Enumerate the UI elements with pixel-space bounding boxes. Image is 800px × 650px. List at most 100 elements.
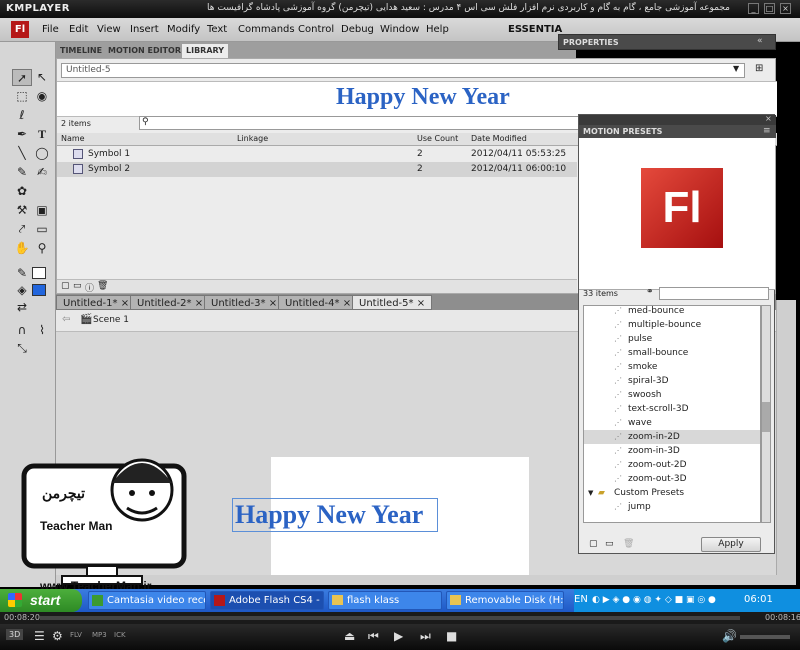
close-icon[interactable]: ×: [765, 114, 772, 123]
menu-file[interactable]: File: [42, 24, 59, 35]
new-symbol-icon[interactable]: ▢: [61, 281, 70, 291]
tab-timeline[interactable]: TIMELINE: [56, 44, 106, 58]
start-button[interactable]: start: [0, 589, 82, 612]
smooth-icon[interactable]: ⌇: [32, 322, 52, 339]
list-item[interactable]: ⋰ wave: [584, 416, 760, 430]
list-item-selected[interactable]: ⋰ zoom-in-2D: [584, 430, 760, 444]
new-preset-icon[interactable]: ▢: [589, 539, 598, 549]
motion-presets-scrollbar[interactable]: [761, 305, 771, 523]
collapse-icon[interactable]: «: [757, 36, 763, 46]
fill-color-icon[interactable]: ◈: [12, 282, 32, 299]
free-transform-tool-icon[interactable]: ⬚: [12, 88, 32, 105]
tab-untitled-3[interactable]: Untitled-3* ×: [204, 295, 285, 310]
tab-untitled-1[interactable]: Untitled-1* ×: [56, 295, 137, 310]
menu-commands[interactable]: Commands: [238, 24, 295, 35]
delete-icon[interactable]: 🗑: [623, 539, 634, 549]
fill-color-swatch[interactable]: [32, 284, 46, 296]
stage-text-object[interactable]: Happy New Year: [232, 498, 438, 532]
list-item[interactable]: ⋰ zoom-out-3D: [584, 472, 760, 486]
tab-library[interactable]: LIBRARY: [182, 44, 229, 58]
list-item[interactable]: ⋰ zoom-out-2D: [584, 458, 760, 472]
column-linkage[interactable]: Linkage: [237, 134, 268, 143]
scroll-thumb[interactable]: [762, 402, 770, 432]
scene-label[interactable]: Scene 1: [93, 315, 129, 325]
menu-text[interactable]: Text: [207, 24, 227, 35]
pen-tool-icon[interactable]: ✒: [12, 126, 32, 143]
list-item[interactable]: ⋰ multiple-bounce: [584, 318, 760, 332]
menu-view[interactable]: View: [97, 24, 121, 35]
minimize-icon[interactable]: _: [748, 3, 759, 14]
tab-untitled-4[interactable]: Untitled-4* ×: [278, 295, 359, 310]
text-tool-icon[interactable]: T: [32, 126, 52, 143]
delete-icon[interactable]: 🗑: [97, 281, 108, 291]
motion-presets-title[interactable]: MOTION PRESETS: [583, 127, 662, 136]
playlist-icon[interactable]: ☰: [34, 629, 45, 643]
3d-badge[interactable]: 3D: [6, 629, 24, 640]
3d-rotation-tool-icon[interactable]: ◉: [32, 88, 52, 105]
new-folder-icon[interactable]: ▭: [73, 281, 82, 291]
maximize-icon[interactable]: □: [764, 3, 775, 14]
list-item[interactable]: ⋰ pulse: [584, 332, 760, 346]
lasso-tool-icon[interactable]: ℓ: [12, 107, 32, 124]
panel-menu-icon[interactable]: ≡: [763, 126, 771, 136]
hand-tool-icon[interactable]: ✋: [12, 240, 32, 257]
expand-arrow-icon[interactable]: ▼: [588, 486, 593, 500]
back-arrow-icon[interactable]: ⇦: [62, 314, 70, 325]
taskbar-item-camtasia[interactable]: Camtasia video reco...: [88, 591, 206, 610]
seek-track[interactable]: [40, 616, 740, 620]
tab-untitled-2[interactable]: Untitled-2* ×: [130, 295, 211, 310]
volume-slider[interactable]: [740, 635, 790, 639]
list-item[interactable]: ⋰ small-bounce: [584, 346, 760, 360]
straighten-icon[interactable]: ⤡: [12, 340, 32, 357]
list-item[interactable]: ⋰ smoke: [584, 360, 760, 374]
tray-icons[interactable]: ◐ ▶ ◈ ● ◉ ◍ ✦ ◇ ■ ▣ ◎ ●: [592, 589, 716, 611]
taskbar-item-flash[interactable]: Adobe Flash CS4 - U...: [210, 591, 324, 610]
apply-button[interactable]: Apply: [701, 537, 761, 552]
subselection-tool-icon[interactable]: ↖: [32, 69, 52, 86]
list-item[interactable]: ⋰ jump: [584, 500, 760, 514]
new-folder-icon[interactable]: ▭: [605, 539, 614, 549]
zoom-tool-icon[interactable]: ⚲: [32, 240, 52, 257]
selection-tool-icon[interactable]: ➚: [12, 69, 32, 86]
column-date-modified[interactable]: Date Modified: [471, 134, 527, 143]
column-name[interactable]: Name: [61, 134, 85, 143]
vertical-scrollbar[interactable]: [776, 300, 796, 575]
play-icon[interactable]: ▶: [394, 629, 403, 643]
language-indicator[interactable]: EN: [574, 589, 588, 611]
chevron-down-icon[interactable]: ▼: [733, 64, 739, 73]
column-use-count[interactable]: Use Count: [417, 134, 458, 143]
menu-insert[interactable]: Insert: [130, 24, 159, 35]
swap-colors-icon[interactable]: ⇄: [12, 299, 32, 316]
menu-debug[interactable]: Debug: [341, 24, 374, 35]
workspace-switcher[interactable]: ESSENTIA: [508, 24, 562, 35]
table-row[interactable]: Symbol 1 2 2012/04/11 05:53:25: [57, 147, 577, 162]
menu-control[interactable]: Control: [298, 24, 334, 35]
oval-tool-icon[interactable]: ◯: [32, 145, 52, 162]
eraser-tool-icon[interactable]: ▭: [32, 221, 52, 238]
menu-help[interactable]: Help: [426, 24, 449, 35]
table-row[interactable]: Symbol 2 2 2012/04/11 06:00:10: [57, 162, 577, 177]
clock[interactable]: 06:01: [744, 589, 773, 611]
brush-tool-icon[interactable]: ✍: [32, 164, 52, 181]
stroke-color-swatch[interactable]: [32, 267, 46, 279]
menu-window[interactable]: Window: [380, 24, 419, 35]
pin-icon[interactable]: ⊞: [755, 63, 763, 74]
list-item[interactable]: ⋰ spiral-3D: [584, 374, 760, 388]
motion-presets-search-input[interactable]: [659, 287, 769, 300]
eject-icon[interactable]: ⏏: [344, 629, 355, 643]
properties-icon[interactable]: ⓘ: [85, 281, 94, 294]
menu-edit[interactable]: Edit: [69, 24, 88, 35]
next-icon[interactable]: ⏭: [420, 629, 431, 644]
tab-untitled-5[interactable]: Untitled-5* ×: [352, 295, 433, 310]
list-item[interactable]: ⋰ med-bounce: [584, 306, 760, 318]
panel-grip[interactable]: ×: [579, 114, 776, 125]
close-icon[interactable]: ×: [780, 3, 791, 14]
list-item[interactable]: ⋰ zoom-in-3D: [584, 444, 760, 458]
deco-tool-icon[interactable]: ✿: [12, 183, 32, 200]
taskbar-item-folder[interactable]: flash klass: [328, 591, 442, 610]
library-search-input[interactable]: ⚲: [139, 116, 579, 130]
tab-motion-editor[interactable]: MOTION EDITOR: [104, 44, 185, 58]
pencil-tool-icon[interactable]: ✎: [12, 164, 32, 181]
bone-tool-icon[interactable]: ⚒: [12, 202, 32, 219]
previous-icon[interactable]: ⏮: [368, 629, 379, 644]
